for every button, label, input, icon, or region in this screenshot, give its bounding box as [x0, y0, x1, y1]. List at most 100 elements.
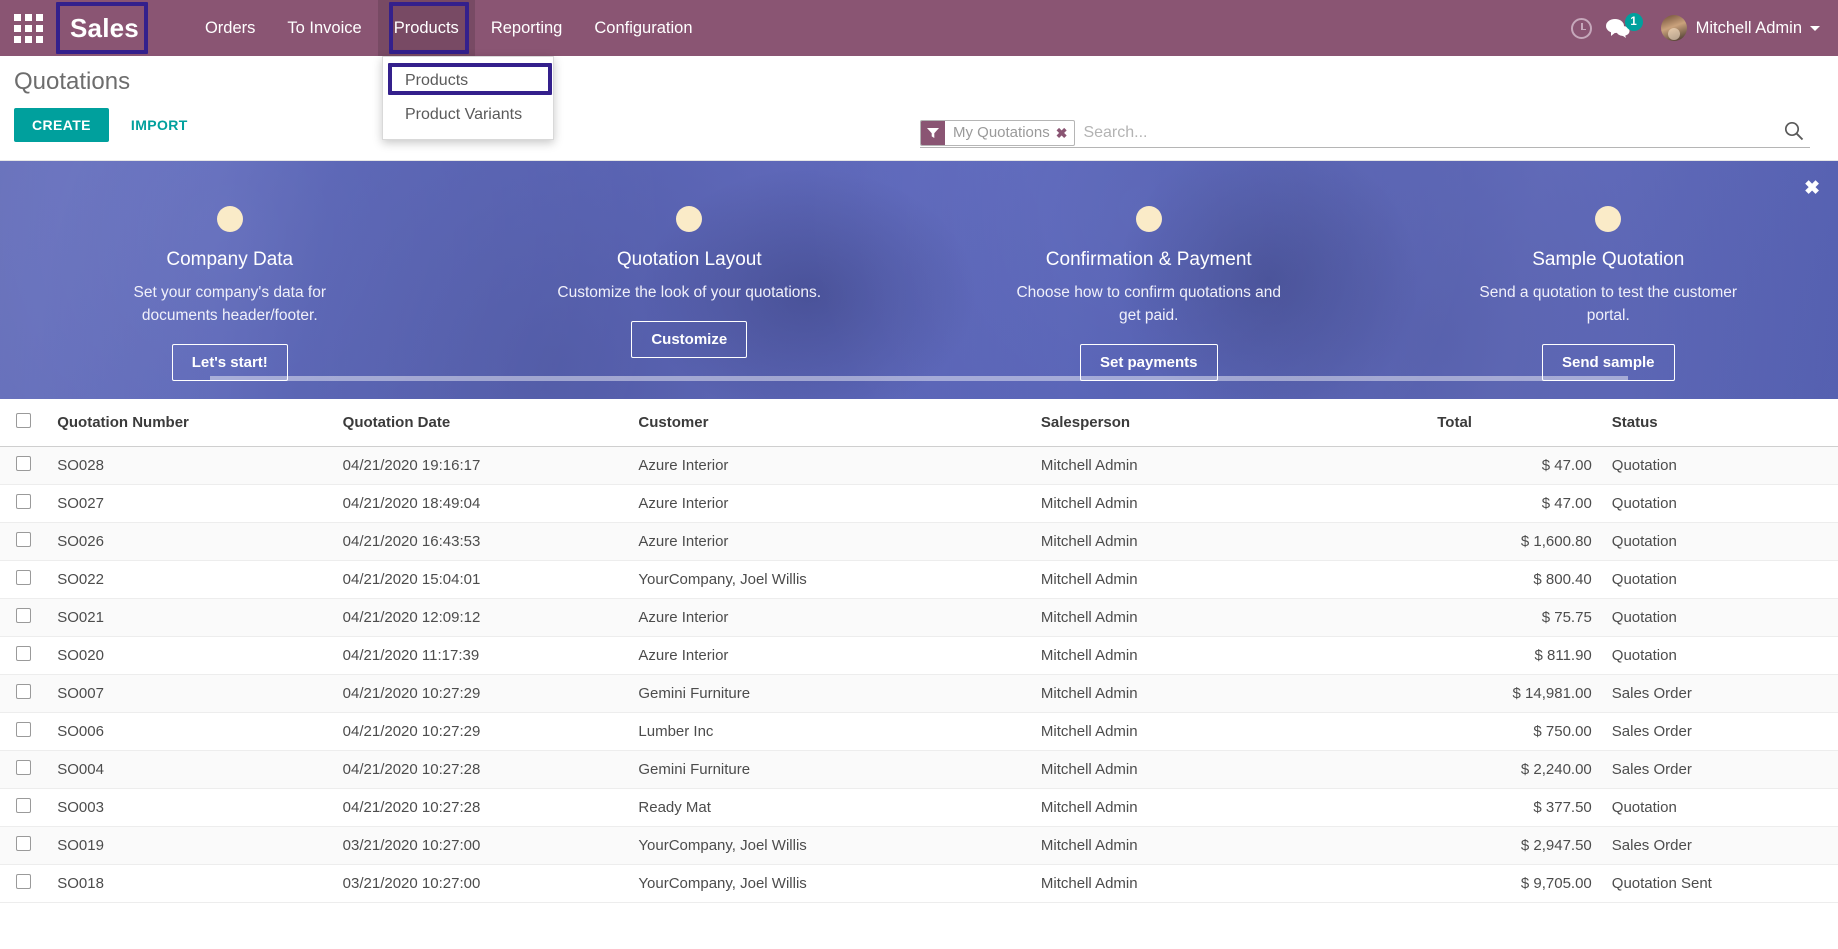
table-row[interactable]: SO020 04/21/2020 11:17:39 Azure Interior… [0, 636, 1838, 675]
row-select-cell [0, 446, 48, 485]
customize-button[interactable]: Customize [631, 321, 748, 358]
column-header-quotation-number[interactable]: Quotation Number [47, 399, 333, 447]
row-select-cell [0, 712, 48, 751]
cell-total: $ 811.90 [1427, 636, 1602, 675]
cell-quotation-date: 04/21/2020 19:16:17 [332, 446, 629, 485]
search-input[interactable] [1075, 123, 1810, 142]
row-checkbox[interactable] [16, 570, 31, 585]
row-select-cell [0, 788, 48, 827]
clock-icon [1571, 17, 1593, 39]
row-select-cell [0, 826, 48, 865]
cell-customer: Azure Interior [628, 636, 1031, 675]
search-view: My Quotations ✖ [920, 118, 1810, 148]
dropdown-item-products[interactable]: Products [383, 64, 553, 98]
cell-total: $ 2,947.50 [1427, 826, 1602, 865]
cell-quotation-number: SO021 [47, 598, 333, 637]
set-payments-button[interactable]: Set payments [1079, 344, 1218, 381]
menu-item-products[interactable]: Products [377, 0, 475, 56]
quotations-table: Quotation Number Quotation Date Customer… [0, 399, 1838, 903]
chevron-down-icon [1810, 25, 1820, 31]
column-header-total[interactable]: Total [1427, 399, 1602, 447]
step-title: Company Data [166, 249, 294, 270]
import-button[interactable]: IMPORT [131, 117, 188, 133]
cell-quotation-date: 03/21/2020 10:27:00 [332, 864, 629, 903]
cell-quotation-number: SO018 [47, 864, 333, 903]
cell-salesperson: Mitchell Admin [1030, 446, 1428, 485]
cell-status: Quotation [1601, 522, 1838, 561]
column-header-quotation-date[interactable]: Quotation Date [332, 399, 629, 447]
table-row[interactable]: SO022 04/21/2020 15:04:01 YourCompany, J… [0, 560, 1838, 599]
row-checkbox[interactable] [16, 494, 31, 509]
table-row[interactable]: SO007 04/21/2020 10:27:29 Gemini Furnitu… [0, 674, 1838, 713]
apps-menu-toggle[interactable] [0, 0, 56, 56]
cell-total: $ 9,705.00 [1427, 864, 1602, 903]
table-row[interactable]: SO028 04/21/2020 19:16:17 Azure Interior… [0, 446, 1838, 485]
onboarding-step-company-data: Company Data Set your company's data for… [0, 161, 460, 399]
user-menu-toggle[interactable]: Mitchell Admin [1660, 15, 1820, 41]
close-x-icon[interactable]: ✖ [1056, 121, 1075, 145]
row-select-cell [0, 636, 48, 675]
cell-customer: Azure Interior [628, 484, 1031, 523]
create-button[interactable]: CREATE [14, 108, 109, 142]
column-header-status[interactable]: Status [1601, 399, 1838, 447]
table-row[interactable]: SO026 04/21/2020 16:43:53 Azure Interior… [0, 522, 1838, 561]
search-facet-my-quotations[interactable]: My Quotations ✖ [920, 119, 1076, 146]
table-row[interactable]: SO006 04/21/2020 10:27:29 Lumber Inc Mit… [0, 712, 1838, 751]
row-checkbox[interactable] [16, 532, 31, 547]
step-dot-icon [216, 206, 243, 232]
cell-salesperson: Mitchell Admin [1030, 674, 1428, 713]
row-checkbox[interactable] [16, 836, 31, 851]
row-checkbox[interactable] [16, 798, 31, 813]
activity-menu-toggle[interactable] [1560, 0, 1604, 56]
table-header-row: Quotation Number Quotation Date Customer… [0, 399, 1838, 447]
menu-item-to-invoice[interactable]: To Invoice [271, 0, 377, 56]
cell-total: $ 47.00 [1427, 446, 1602, 485]
cell-customer: Gemini Furniture [628, 674, 1031, 713]
cell-quotation-date: 04/21/2020 12:09:12 [332, 598, 629, 637]
cell-salesperson: Mitchell Admin [1030, 864, 1428, 903]
table-row[interactable]: SO003 04/21/2020 10:27:28 Ready Mat Mitc… [0, 788, 1838, 827]
cell-quotation-number: SO028 [47, 446, 333, 485]
row-checkbox[interactable] [16, 874, 31, 889]
table-row[interactable]: SO021 04/21/2020 12:09:12 Azure Interior… [0, 598, 1838, 637]
column-header-salesperson[interactable]: Salesperson [1030, 399, 1428, 447]
menu-item-orders[interactable]: Orders [189, 0, 271, 56]
cell-status: Quotation Sent [1601, 864, 1838, 903]
cell-total: $ 800.40 [1427, 560, 1602, 599]
row-checkbox[interactable] [16, 684, 31, 699]
cell-customer: YourCompany, Joel Willis [628, 560, 1031, 599]
cell-status: Sales Order [1601, 712, 1838, 751]
cell-status: Quotation [1601, 636, 1838, 675]
table-row[interactable]: SO018 03/21/2020 10:27:00 YourCompany, J… [0, 864, 1838, 903]
cell-salesperson: Mitchell Admin [1030, 560, 1428, 599]
send-sample-button[interactable]: Send sample [1541, 344, 1675, 381]
menu-item-configuration[interactable]: Configuration [578, 0, 708, 56]
page-title: Quotations [14, 68, 131, 95]
row-checkbox[interactable] [16, 456, 31, 471]
menu-item-reporting[interactable]: Reporting [475, 0, 579, 56]
cell-quotation-date: 04/21/2020 10:27:28 [332, 750, 629, 789]
table-row[interactable]: SO019 03/21/2020 10:27:00 YourCompany, J… [0, 826, 1838, 865]
app-brand-sales[interactable]: Sales [56, 0, 153, 56]
messaging-menu-toggle[interactable]: 1 [1604, 13, 1649, 39]
cell-quotation-date: 04/21/2020 16:43:53 [332, 522, 629, 561]
magnifier-icon[interactable] [1784, 121, 1804, 146]
row-checkbox[interactable] [16, 722, 31, 737]
control-panel-buttons: CREATE IMPORT [14, 108, 188, 142]
table-row[interactable]: SO027 04/21/2020 18:49:04 Azure Interior… [0, 484, 1838, 523]
onboarding-step-quotation-layout: Quotation Layout Customize the look of y… [460, 161, 920, 399]
step-title: Quotation Layout [616, 249, 762, 270]
row-checkbox[interactable] [16, 646, 31, 661]
lets-start-button[interactable]: Let's start! [171, 344, 288, 381]
cell-status: Sales Order [1601, 750, 1838, 789]
table-row[interactable]: SO004 04/21/2020 10:27:28 Gemini Furnitu… [0, 750, 1838, 789]
select-all-checkbox[interactable] [16, 413, 31, 428]
row-checkbox[interactable] [16, 608, 31, 623]
row-checkbox[interactable] [16, 760, 31, 775]
column-header-customer[interactable]: Customer [628, 399, 1031, 447]
cell-quotation-number: SO003 [47, 788, 333, 827]
banner-close-icon[interactable]: ✖ [1804, 177, 1820, 200]
dropdown-item-product-variants[interactable]: Product Variants [383, 98, 553, 132]
list-view: Quotation Number Quotation Date Customer… [0, 399, 1838, 903]
row-select-cell [0, 560, 48, 599]
